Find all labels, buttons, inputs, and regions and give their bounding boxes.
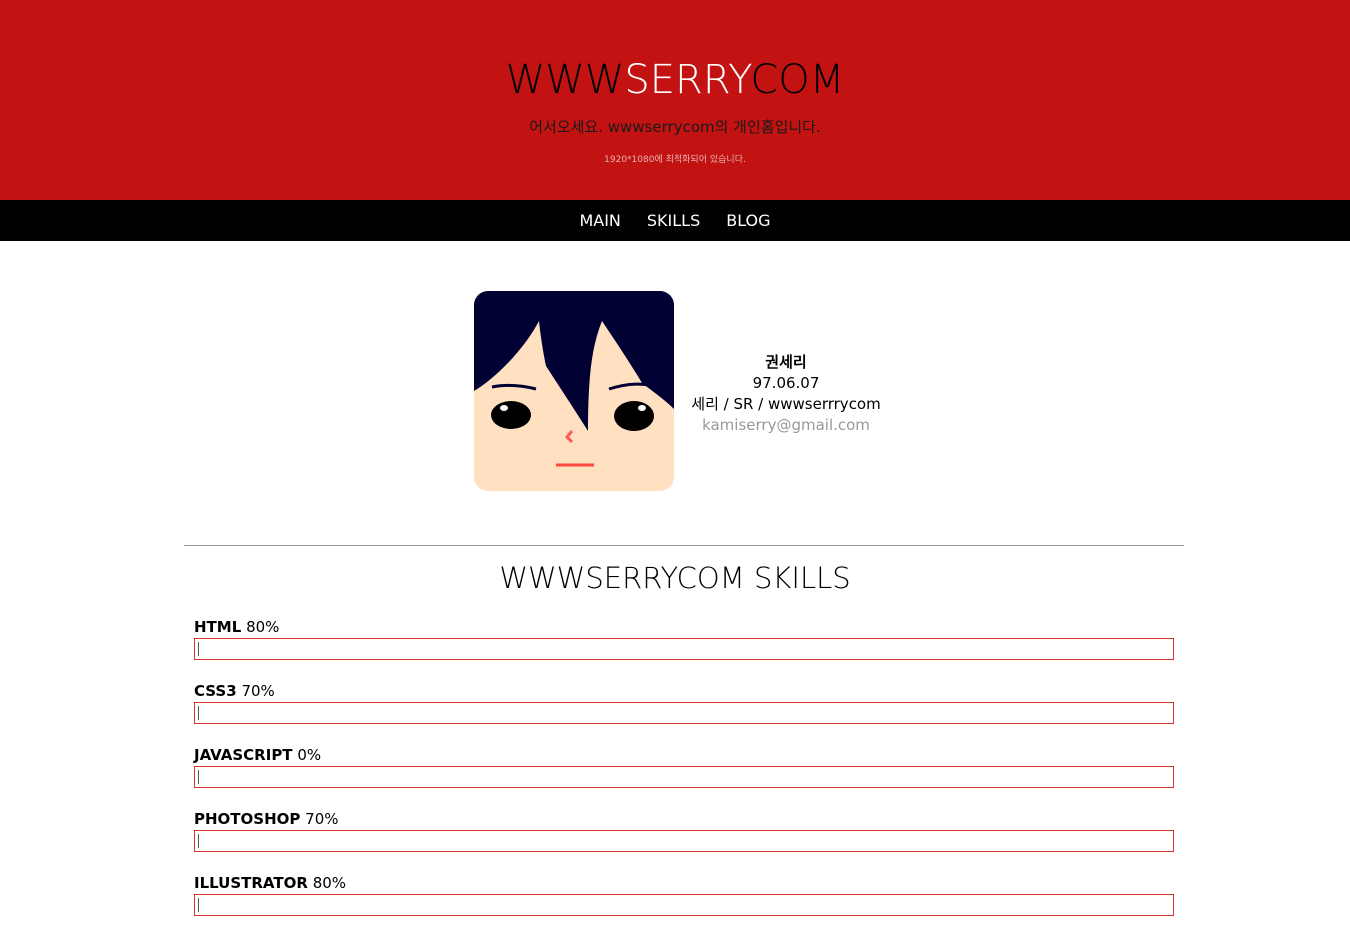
skill-percent: 80%	[312, 874, 347, 892]
profile-birthdate: 97.06.07	[752, 374, 820, 392]
skill-percent: 70%	[305, 810, 339, 828]
profile-email[interactable]: kamiserry@gmail.com	[680, 415, 892, 436]
skill-javascript: JAVASCRIPT 0%	[194, 746, 1174, 788]
skill-css3: CSS3 70%	[194, 682, 1174, 724]
nav-main[interactable]: MAIN	[579, 211, 620, 230]
resolution-note: 1920*1080에 최적화되어 있습니다.	[604, 155, 746, 165]
skill-percent: 70%	[241, 682, 275, 700]
logo-serry: SERRY	[624, 57, 751, 103]
main-nav: MAIN SKILLS BLOG	[0, 200, 1350, 241]
skill-name: PHOTOSHOP	[194, 810, 301, 828]
profile-aliases: 세리 / SR / wwwserrrycom	[691, 395, 881, 413]
skill-illustrator: ILLUSTRATOR 80%	[194, 874, 1174, 916]
site-logo[interactable]: WWWSERRYCOM	[0, 58, 1350, 102]
nav-skills[interactable]: SKILLS	[647, 211, 700, 230]
progress-fill	[198, 834, 199, 848]
skill-percent: 0%	[297, 746, 322, 764]
skill-progress-bar	[194, 766, 1174, 788]
skill-progress-bar	[194, 830, 1174, 852]
logo-com: COM	[750, 57, 845, 103]
progress-fill	[198, 706, 199, 720]
progress-fill	[198, 770, 199, 784]
progress-fill	[198, 898, 199, 912]
profile-name: 권세리	[765, 353, 807, 371]
nav-blog[interactable]: BLOG	[726, 211, 770, 230]
skill-html: HTML 80%	[194, 618, 1174, 660]
section-divider	[184, 545, 1184, 546]
logo-www: WWW	[505, 57, 625, 103]
profile-info: 권세리 97.06.07 세리 / SR / wwwserrrycom kami…	[680, 352, 892, 436]
skill-progress-bar	[194, 702, 1174, 724]
skill-photoshop: PHOTOSHOP 70%	[194, 810, 1174, 852]
skills-title: WWWSERRYCOM SKILLS	[499, 561, 851, 595]
skill-percent: 80%	[246, 618, 280, 636]
skill-progress-bar	[194, 638, 1174, 660]
progress-fill	[198, 642, 199, 656]
profile-avatar	[474, 291, 674, 491]
site-tagline: 어서오세요. wwwserrycom의 개인홈입니다.	[529, 118, 821, 136]
skill-name: JAVASCRIPT	[194, 746, 293, 764]
skill-progress-bar	[194, 894, 1174, 916]
skill-name: HTML	[194, 618, 242, 636]
skill-name: ILLUSTRATOR	[194, 874, 308, 892]
skill-name: CSS3	[194, 682, 237, 700]
site-header: WWWSERRYCOM 어서오세요. wwwserrycom의 개인홈입니다. …	[0, 0, 1350, 200]
